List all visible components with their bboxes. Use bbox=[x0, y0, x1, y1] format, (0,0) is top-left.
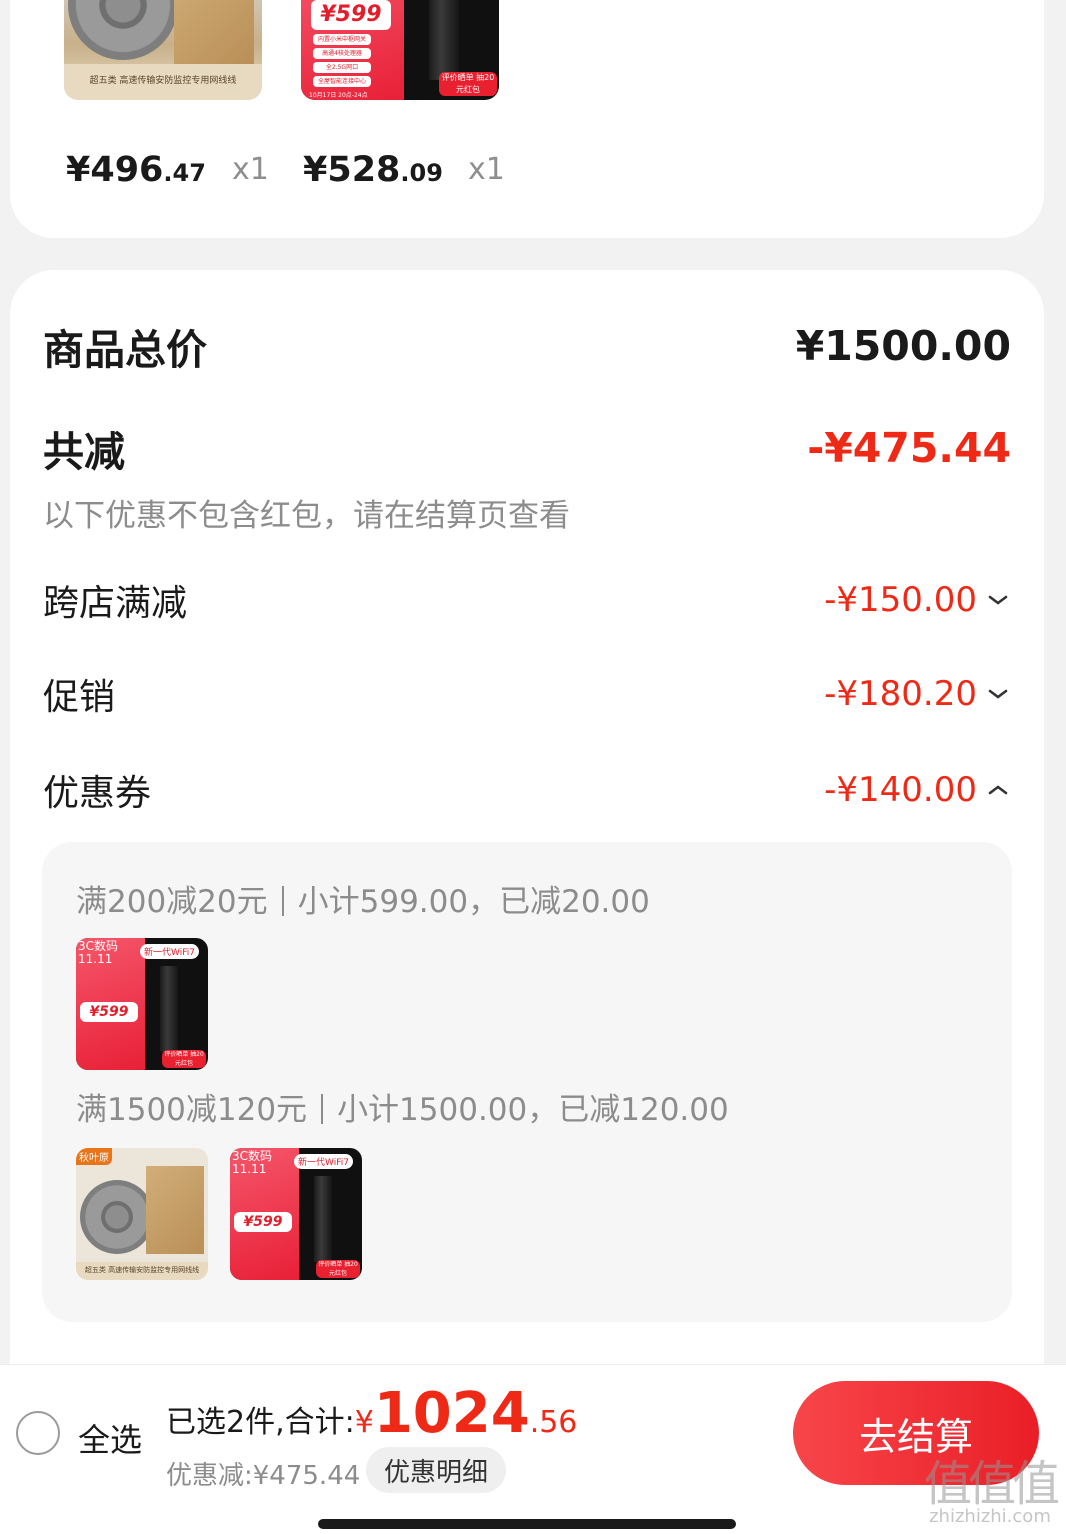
total-reduce-label: 共减 bbox=[43, 428, 125, 476]
total-reduce-row: 共减 -¥475.44 bbox=[43, 420, 1011, 476]
watermark: 值值值 zhizhizhi.com bbox=[923, 1456, 1060, 1527]
price-decimal: .47 bbox=[163, 159, 206, 187]
product-price-router: ¥528.09 bbox=[303, 150, 443, 190]
coupon-rule-text: 满1500减120元 bbox=[76, 1092, 308, 1128]
watermark-url: zhizhizhi.com bbox=[929, 1506, 1051, 1527]
coupon-rule-detail: 小计599.00，已减20.00 bbox=[297, 884, 650, 920]
total-decimal: .56 bbox=[529, 1405, 578, 1440]
router-badge: 评价晒单 抽20元红包 bbox=[316, 1260, 360, 1278]
discount-label: 跨店满减 bbox=[43, 583, 188, 624]
discount-label: 促销 bbox=[43, 677, 116, 718]
cable-coil-image bbox=[68, 0, 178, 60]
coupon-detail-panel: 满200减20元 小计599.00，已减20.00 3C数码 11.11 ¥599… bbox=[42, 842, 1012, 1322]
discount-row-coupon[interactable]: 优惠券 -¥140.00 bbox=[43, 764, 1011, 816]
price-int: ¥528 bbox=[303, 150, 401, 190]
divider bbox=[281, 886, 284, 916]
discount-detail-button[interactable]: 优惠明细 bbox=[366, 1447, 507, 1493]
router-tag-3: 全2.5G网口 bbox=[313, 62, 371, 73]
product-price-cable: ¥496.47 bbox=[66, 150, 206, 190]
discount-value: -¥180.20 bbox=[824, 674, 1011, 714]
router-brand-text: 3C数码 11.11 bbox=[232, 1149, 272, 1177]
product-image-cable[interactable]: 超五类 高速传输安防监控专用网线线 bbox=[64, 0, 262, 100]
router-device-image bbox=[429, 0, 459, 80]
total-price-label: 商品总价 bbox=[43, 326, 207, 374]
divider bbox=[321, 1094, 324, 1124]
coupon-product-router[interactable]: 3C数码 11.11 ¥599 新一代WiFi7 评价晒单 抽20元红包 bbox=[76, 938, 208, 1070]
selected-prefix: 已选2件,合计: bbox=[166, 1405, 355, 1440]
cable-box-image bbox=[174, 0, 254, 64]
price-decimal: .09 bbox=[400, 159, 443, 187]
total-price-value: ¥1500.00 bbox=[795, 322, 1011, 370]
cable-caption: 超五类 高速传输安防监控专用网线线 bbox=[76, 1261, 208, 1280]
discount-row-promotion[interactable]: 促销 -¥180.20 bbox=[43, 668, 1011, 720]
total-reduce-value: -¥475.44 bbox=[807, 424, 1011, 472]
cable-coil-image bbox=[80, 1180, 154, 1254]
router-wifi-badge: 新一代WiFi7 bbox=[294, 1154, 353, 1169]
cable-caption: 超五类 高速传输安防监控专用网线线 bbox=[64, 63, 262, 100]
product-qty-cable: x1 bbox=[232, 152, 269, 187]
watermark-logo: 值值值 bbox=[923, 1456, 1060, 1512]
discount-label: 优惠券 bbox=[43, 773, 152, 814]
discount-amount: -¥180.20 bbox=[824, 674, 977, 714]
bottom-discount-text: 优惠减:¥475.44 bbox=[166, 1461, 361, 1491]
price-int: ¥496 bbox=[66, 150, 164, 190]
coupon-rule-text: 满200减20元 bbox=[76, 884, 268, 920]
router-wifi-badge: 新一代WiFi7 bbox=[140, 944, 199, 959]
router-image-price: ¥599 bbox=[80, 1002, 138, 1022]
coupon-product-cable[interactable]: 秋叶原 超五类 高速传输安防监控专用网线线 bbox=[76, 1148, 208, 1280]
select-all-radio[interactable] bbox=[16, 1411, 60, 1455]
cable-brand: 秋叶原 bbox=[76, 1148, 112, 1165]
home-indicator[interactable] bbox=[318, 1519, 736, 1529]
select-all-label[interactable]: 全选 bbox=[78, 1415, 142, 1461]
router-badge: 评价晒单 抽20元红包 bbox=[439, 72, 497, 96]
router-tag-2: 高通4核处理器 bbox=[313, 48, 371, 59]
discount-amount: -¥140.00 bbox=[824, 770, 977, 810]
coupon-rule-2: 满1500减120元 小计1500.00，已减120.00 bbox=[76, 1084, 729, 1129]
chevron-down-icon[interactable] bbox=[985, 681, 1011, 707]
router-device-image bbox=[160, 966, 178, 1052]
coupon-product-router[interactable]: 3C数码 11.11 ¥599 新一代WiFi7 评价晒单 抽20元红包 bbox=[230, 1148, 362, 1280]
cable-box-image bbox=[146, 1166, 204, 1254]
coupon-rule-detail: 小计1500.00，已减120.00 bbox=[337, 1092, 729, 1128]
router-device-image bbox=[314, 1176, 332, 1262]
router-tag-1: 内置小米中枢网关 bbox=[313, 34, 371, 45]
discount-row-cross-store[interactable]: 跨店满减 -¥150.00 bbox=[43, 574, 1011, 626]
product-image-router[interactable]: ¥599 内置小米中枢网关 高通4核处理器 全2.5G网口 全屋智能连接中心 评… bbox=[301, 0, 499, 100]
currency-symbol: ¥ bbox=[354, 1405, 374, 1440]
router-date: 11.11 bbox=[78, 952, 113, 967]
total-int: 1024 bbox=[373, 1381, 530, 1446]
total-price-row: 商品总价 ¥1500.00 bbox=[43, 318, 1011, 374]
selected-summary: 已选2件,合计:¥1024.56 bbox=[166, 1381, 577, 1446]
discount-amount: -¥150.00 bbox=[824, 580, 977, 620]
discount-note: 以下优惠不包含红包，请在结算页查看 bbox=[43, 498, 570, 534]
product-qty-router: x1 bbox=[468, 152, 505, 187]
discount-value: -¥140.00 bbox=[824, 770, 1011, 810]
coupon-rule-1: 满200减20元 小计599.00，已减20.00 bbox=[76, 876, 650, 921]
chevron-down-icon[interactable] bbox=[985, 587, 1011, 613]
chevron-up-icon[interactable] bbox=[985, 777, 1011, 803]
router-image-price: ¥599 bbox=[234, 1212, 292, 1232]
router-badge: 评价晒单 抽20元红包 bbox=[162, 1050, 206, 1068]
router-date: 11.11 bbox=[232, 1162, 267, 1177]
checkout-bar: 全选 已选2件,合计:¥1024.56 优惠减:¥475.44 优惠明细 去结算… bbox=[0, 1364, 1066, 1534]
router-image-date: 10月17日 20点-24点 bbox=[309, 92, 368, 99]
product-card: 超五类 高速传输安防监控专用网线线 ¥599 内置小米中枢网关 高通4核处理器 … bbox=[10, 0, 1044, 238]
router-brand-text: 3C数码 11.11 bbox=[78, 939, 118, 967]
discount-value: -¥150.00 bbox=[824, 580, 1011, 620]
price-summary-card: 商品总价 ¥1500.00 共减 -¥475.44 以下优惠不包含红包，请在结算… bbox=[10, 270, 1044, 1390]
router-tag-4: 全屋智能连接中心 bbox=[313, 76, 371, 87]
router-image-price: ¥599 bbox=[311, 0, 391, 30]
